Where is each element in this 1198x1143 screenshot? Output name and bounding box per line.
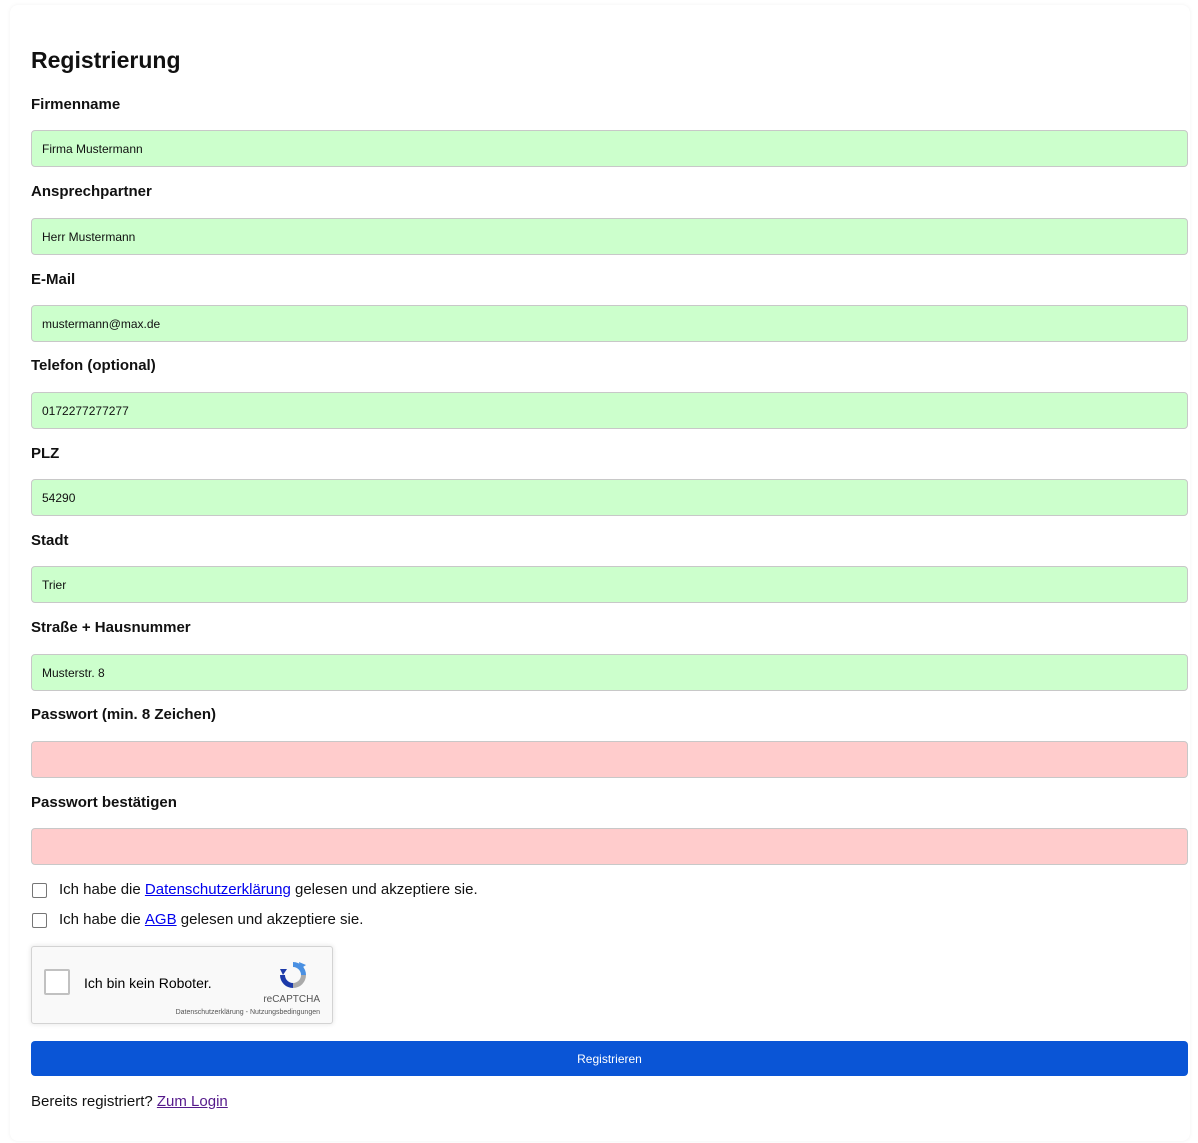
privacy-consent-prefix: Ich habe die: [59, 881, 141, 898]
privacy-consent-checkbox[interactable]: [32, 882, 47, 898]
register-button[interactable]: Registrieren: [31, 1041, 1188, 1076]
privacy-policy-link[interactable]: Datenschutzerklärung: [145, 880, 291, 900]
city-label: Stadt: [31, 532, 69, 549]
terms-consent-row: Ich habe die AGB gelesen und akzeptiere …: [31, 910, 363, 930]
login-link[interactable]: Zum Login: [157, 1093, 228, 1110]
phone-input[interactable]: [31, 392, 1188, 429]
recaptcha-brand: reCAPTCHA: [263, 994, 320, 1005]
postal-code-label: PLZ: [31, 445, 60, 462]
phone-label: Telefon (optional): [31, 357, 156, 374]
login-prompt-text: Bereits registriert?: [31, 1093, 153, 1110]
recaptcha-links-separator: -: [245, 1009, 248, 1016]
terms-consent-prefix: Ich habe die: [59, 911, 141, 928]
recaptcha-checkbox[interactable]: [44, 969, 70, 995]
company-name-label: Firmenname: [31, 96, 121, 113]
terms-consent-checkbox[interactable]: [32, 912, 47, 928]
recaptcha-privacy-link[interactable]: Datenschutzerklärung: [176, 1009, 244, 1016]
city-input[interactable]: [31, 566, 1188, 603]
street-label: Straße + Hausnummer: [31, 619, 191, 636]
privacy-consent-suffix: gelesen und akzeptiere sie.: [295, 881, 478, 898]
password-confirm-label: Passwort bestätigen: [31, 794, 177, 811]
company-name-input[interactable]: [31, 130, 1188, 167]
terms-link[interactable]: AGB: [145, 910, 177, 930]
postal-code-input[interactable]: [31, 479, 1188, 516]
email-label: E-Mail: [31, 271, 76, 288]
login-prompt: Bereits registriert? Zum Login: [31, 1093, 228, 1111]
recaptcha-widget: Ich bin kein Roboter. reCAPTCHA Datensch…: [31, 946, 333, 1024]
recaptcha-label: Ich bin kein Roboter.: [84, 975, 212, 991]
recaptcha-terms-link[interactable]: Nutzungsbedingungen: [250, 1009, 320, 1016]
email-input[interactable]: [31, 305, 1188, 342]
contact-person-input[interactable]: [31, 218, 1188, 255]
privacy-consent-row: Ich habe die Datenschutzerklärung gelese…: [31, 880, 478, 900]
contact-person-label: Ansprechpartner: [31, 183, 152, 200]
street-input[interactable]: [31, 654, 1188, 691]
recaptcha-logo-icon: [280, 962, 306, 988]
terms-consent-suffix: gelesen und akzeptiere sie.: [180, 911, 364, 928]
page-title: Registrierung: [31, 47, 181, 73]
recaptcha-links: Datenschutzerklärung - Nutzungsbedingung…: [176, 1009, 320, 1016]
password-label: Passwort (min. 8 Zeichen): [31, 706, 217, 723]
password-input[interactable]: [31, 741, 1188, 778]
password-confirm-input[interactable]: [31, 828, 1188, 865]
